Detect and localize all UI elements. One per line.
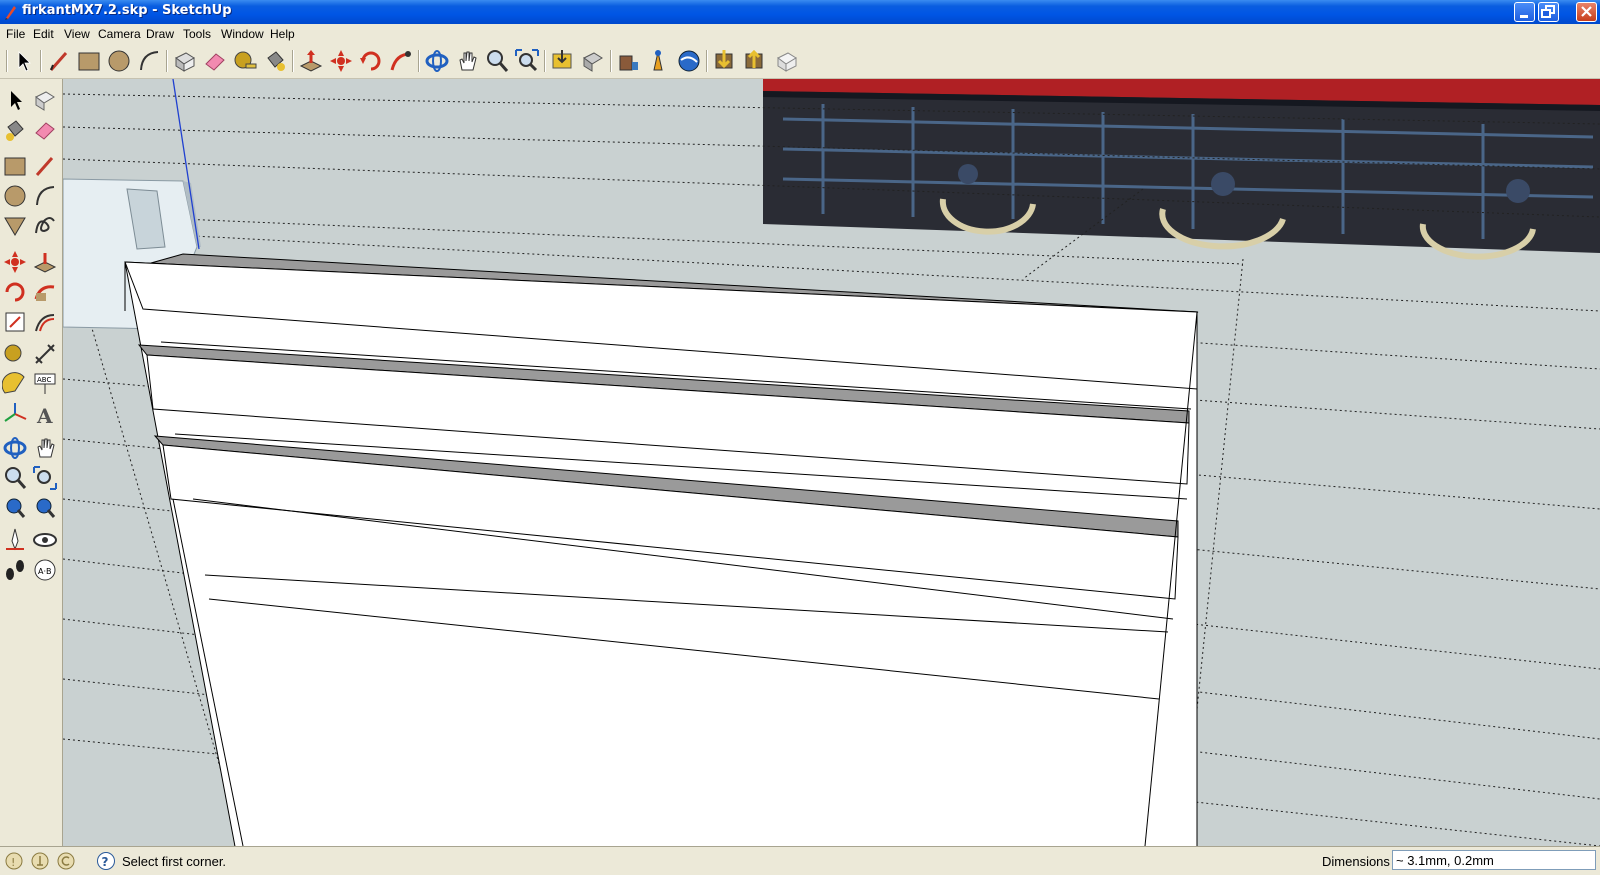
menu-draw[interactable]: Draw: [146, 27, 174, 41]
pan-icon[interactable]: [32, 435, 58, 461]
send-to-layout-icon[interactable]: [774, 48, 800, 74]
help-icon[interactable]: ?: [96, 851, 116, 871]
svg-text:?: ?: [102, 855, 109, 869]
rectangle-icon[interactable]: [2, 153, 28, 179]
eraser-icon[interactable]: [32, 117, 58, 143]
move-icon[interactable]: [2, 249, 28, 275]
window-title: firkantMX7.2.skp - SketchUp: [22, 3, 232, 18]
restore-icon: [1541, 5, 1555, 18]
add-location-icon[interactable]: [616, 48, 642, 74]
arc-icon[interactable]: [32, 183, 58, 209]
box-model: [124, 253, 1199, 846]
sketchup-app-icon: [5, 6, 16, 20]
close-icon: [1581, 6, 1592, 17]
make-component-icon[interactable]: [32, 87, 58, 113]
geolocation-status-icon[interactable]: !: [4, 851, 24, 871]
position-camera-icon[interactable]: [2, 527, 28, 553]
circle-icon[interactable]: [2, 183, 28, 209]
orbit-icon[interactable]: [2, 435, 28, 461]
menu-window[interactable]: Window: [221, 27, 264, 41]
dimensions-input[interactable]: ~ 3.1mm, 0.2mm: [1392, 850, 1596, 870]
paint-bucket-icon[interactable]: [2, 117, 28, 143]
menu-tools[interactable]: Tools: [183, 27, 211, 41]
title-bar: firkantMX7.2.skp - SketchUp: [0, 0, 1600, 24]
walk-icon[interactable]: [2, 557, 28, 583]
get-component-icon[interactable]: [712, 48, 738, 74]
zoom-window-icon[interactable]: [32, 465, 58, 491]
previous-view-icon[interactable]: [2, 495, 28, 521]
tape-measure-icon[interactable]: [232, 48, 258, 74]
menu-file[interactable]: File: [6, 27, 25, 41]
svg-text:!: !: [11, 856, 15, 869]
svg-text:A·B: A·B: [38, 567, 52, 576]
push-pull-icon[interactable]: [298, 48, 324, 74]
select-icon[interactable]: [10, 48, 36, 74]
minimize-icon: [1520, 15, 1528, 18]
text-icon[interactable]: ABC: [32, 371, 58, 397]
zoom-extents-icon[interactable]: [32, 495, 58, 521]
select-icon[interactable]: [2, 87, 28, 113]
push-pull-icon[interactable]: [32, 249, 58, 275]
rotate-icon[interactable]: [2, 279, 28, 305]
menu-help[interactable]: Help: [270, 27, 295, 41]
copyright-status-icon[interactable]: [56, 851, 76, 871]
scale-icon[interactable]: [2, 309, 28, 335]
line-icon[interactable]: [32, 153, 58, 179]
status-bar: ! ? Select first corner. Dimensions ~ 3.…: [0, 846, 1600, 875]
minimize-button[interactable]: [1514, 2, 1535, 22]
section-plane-icon[interactable]: A·B: [32, 557, 58, 583]
rotate-icon[interactable]: [358, 48, 384, 74]
pan-icon[interactable]: [454, 48, 480, 74]
menu-bar: File Edit View Camera Draw Tools Window …: [0, 24, 1600, 44]
dimension-icon[interactable]: [32, 341, 58, 367]
follow-me-icon[interactable]: [32, 279, 58, 305]
credits-status-icon[interactable]: [30, 851, 50, 871]
menu-edit[interactable]: Edit: [33, 27, 54, 41]
protractor-icon[interactable]: [2, 371, 28, 397]
share-model-icon[interactable]: [580, 48, 606, 74]
menu-view[interactable]: View: [64, 27, 90, 41]
orbit-icon[interactable]: [424, 48, 450, 74]
tape-measure-icon[interactable]: [2, 341, 28, 367]
model-canvas[interactable]: [63, 79, 1600, 846]
zoom-extents-icon[interactable]: [514, 48, 540, 74]
eraser-icon[interactable]: [202, 48, 228, 74]
make-component-icon[interactable]: [172, 48, 198, 74]
svg-text:ABC: ABC: [37, 376, 51, 384]
svg-text:A: A: [36, 404, 53, 427]
offset-icon[interactable]: [32, 309, 58, 335]
zoom-icon[interactable]: [2, 465, 28, 491]
rectangle-icon[interactable]: [76, 48, 102, 74]
google-earth-icon[interactable]: [676, 48, 702, 74]
left-toolbar: ABC A A·B: [0, 79, 63, 846]
freehand-icon[interactable]: [32, 213, 58, 239]
paint-bucket-icon[interactable]: [262, 48, 288, 74]
move-icon[interactable]: [328, 48, 354, 74]
3d-text-icon[interactable]: A: [32, 401, 58, 427]
close-button[interactable]: [1576, 2, 1597, 22]
polygon-icon[interactable]: [2, 213, 28, 239]
axes-icon[interactable]: [2, 401, 28, 427]
follow-me-icon[interactable]: [388, 48, 414, 74]
main-toolbar: [0, 44, 1600, 79]
toggle-terrain-icon[interactable]: [646, 48, 672, 74]
menu-camera[interactable]: Camera: [98, 27, 141, 41]
restore-button[interactable]: [1538, 2, 1559, 22]
dimensions-label: Dimensions: [1322, 854, 1390, 869]
dimensions-value: ~ 3.1mm, 0.2mm: [1396, 853, 1494, 868]
get-models-icon[interactable]: [550, 48, 576, 74]
look-around-icon[interactable]: [32, 527, 58, 553]
model-viewport[interactable]: [63, 79, 1600, 846]
zoom-icon[interactable]: [484, 48, 510, 74]
circle-icon[interactable]: [106, 48, 132, 74]
share-component-icon[interactable]: [742, 48, 768, 74]
status-hint: Select first corner.: [122, 854, 227, 869]
line-icon[interactable]: [46, 48, 72, 74]
arc-icon[interactable]: [136, 48, 162, 74]
